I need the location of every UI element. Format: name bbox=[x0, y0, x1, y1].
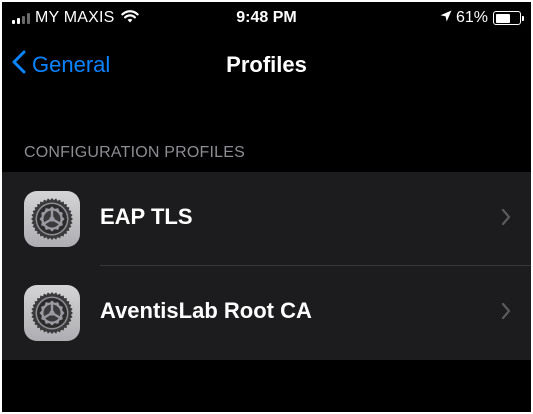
profile-row-eap-tls[interactable]: EAP TLS bbox=[2, 172, 531, 266]
ios-screen: MY MAXIS 9:48 PM 61% General Profiles CO… bbox=[2, 2, 531, 412]
profiles-group: EAP TLS AventisLab Root CA bbox=[2, 172, 531, 360]
status-right: 61% bbox=[440, 8, 524, 28]
profile-label: AventisLab Root CA bbox=[100, 298, 312, 323]
location-arrow-icon bbox=[440, 9, 452, 27]
profile-label: EAP TLS bbox=[100, 204, 193, 229]
profiles-list-view: CONFIGURATION PROFILES EAP TLS AventisLa… bbox=[2, 94, 531, 412]
battery-percentage: 61% bbox=[455, 9, 488, 26]
battery-icon bbox=[493, 11, 524, 25]
settings-gear-icon bbox=[24, 191, 80, 247]
status-bar: MY MAXIS 9:48 PM 61% bbox=[2, 2, 531, 36]
chevron-right-icon bbox=[501, 208, 511, 231]
navigation-bar: General Profiles bbox=[2, 36, 531, 94]
battery-fill bbox=[495, 13, 510, 23]
page-title: Profiles bbox=[226, 52, 307, 77]
settings-gear-icon bbox=[24, 285, 80, 341]
section-header: CONFIGURATION PROFILES bbox=[24, 144, 246, 161]
profile-row-aventislab-root-ca[interactable]: AventisLab Root CA bbox=[2, 266, 531, 360]
chevron-right-icon bbox=[501, 302, 511, 325]
